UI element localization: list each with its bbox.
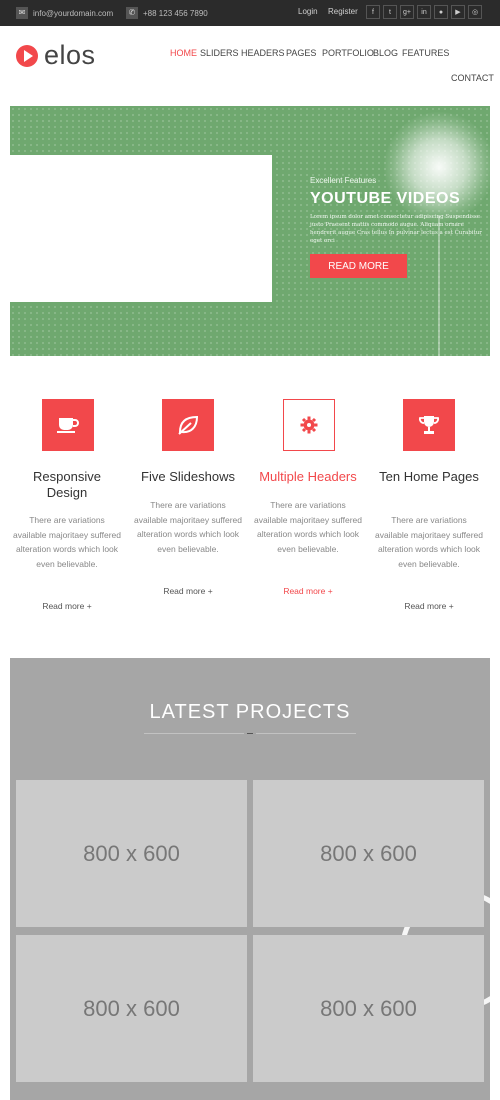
linkedin-icon[interactable]: in [417,5,431,19]
logo-text: elos [44,40,96,70]
site-header: elos HOME SLIDERS HEADERS PAGES PORTFOLI… [0,26,500,98]
nav-portfolio[interactable]: PORTFOLIO [322,48,374,58]
feature-title: Five Slideshows [141,469,235,484]
divider-ornament [244,731,256,736]
project-thumbnail[interactable]: 800 x 600 [16,935,247,1082]
phone-icon: ✆ [126,7,138,19]
social-links: f t g+ in ● ▶ ◎ [366,5,482,19]
dribbble-icon[interactable]: ◎ [468,5,482,19]
feature-description: There are variations available majoritae… [12,515,122,569]
feature-description: There are variations available majoritae… [374,515,484,569]
top-bar: ✉ info@yourdomain.com ✆ +88 123 456 7890… [0,0,500,26]
email-text[interactable]: info@yourdomain.com [33,9,113,18]
video-embed[interactable] [10,155,272,302]
logo[interactable]: elos [16,40,96,71]
nav-contact[interactable]: CONTACT [451,73,494,83]
trophy-icon [403,399,455,451]
twitter-icon[interactable]: t [383,5,397,19]
features-section: Responsive Design There are variations a… [10,356,490,658]
nav-headers[interactable]: HEADERS [241,48,285,58]
feature-description: There are variations available majoritae… [133,500,243,554]
youtube-icon[interactable]: ▶ [451,5,465,19]
section-heading: LATEST PROJECTS [149,701,351,723]
feature-title: Ten Home Pages [379,469,479,484]
leaf-icon [162,399,214,451]
feature-title: Multiple Headers [259,469,357,484]
hero-kicker: Excellent Features [310,176,377,185]
latest-projects-section: LATEST PROJECTS 800 x 600 800 x 600 800 … [10,658,490,1100]
read-more-button[interactable]: READ MORE [310,254,407,278]
nav-pages[interactable]: PAGES [286,48,316,58]
register-link[interactable]: Register [328,7,358,16]
project-thumbnail[interactable]: 800 x 600 [16,780,247,927]
read-more-link[interactable]: Read more + [12,601,122,611]
nav-blog[interactable]: BLOG [373,48,398,58]
project-thumbnail[interactable]: 800 x 600 [253,780,484,927]
phone-contact: ✆ +88 123 456 7890 [126,6,208,20]
read-more-link[interactable]: Read more + [253,586,363,596]
flickr-icon[interactable]: ● [434,5,448,19]
nav-sliders[interactable]: SLIDERS [200,48,239,58]
email-contact[interactable]: ✉ info@yourdomain.com [16,6,113,20]
envelope-icon: ✉ [16,7,28,19]
play-logo-icon [16,44,38,67]
read-more-link[interactable]: Read more + [133,586,243,596]
hero-title: YOUTUBE VIDEOS [310,190,461,207]
read-more-link[interactable]: Read more + [374,601,484,611]
phone-text: +88 123 456 7890 [143,8,208,18]
feature-description: There are variations available majoritae… [253,500,363,554]
facebook-icon[interactable]: f [366,5,380,19]
googleplus-icon[interactable]: g+ [400,5,414,19]
login-link[interactable]: Login [298,7,318,16]
hero-description: Lorem ipsum dolor amet consectetur adipi… [310,214,482,244]
gear-icon [283,399,335,451]
feature-title: Responsive Design [33,469,101,500]
nav-features[interactable]: FEATURES [402,48,449,58]
hero-slider: Excellent Features YOUTUBE VIDEOS Lorem … [10,106,490,356]
coffee-cup-icon [42,399,94,451]
project-thumbnail[interactable]: 800 x 600 [253,935,484,1082]
nav-home[interactable]: HOME [170,48,197,58]
